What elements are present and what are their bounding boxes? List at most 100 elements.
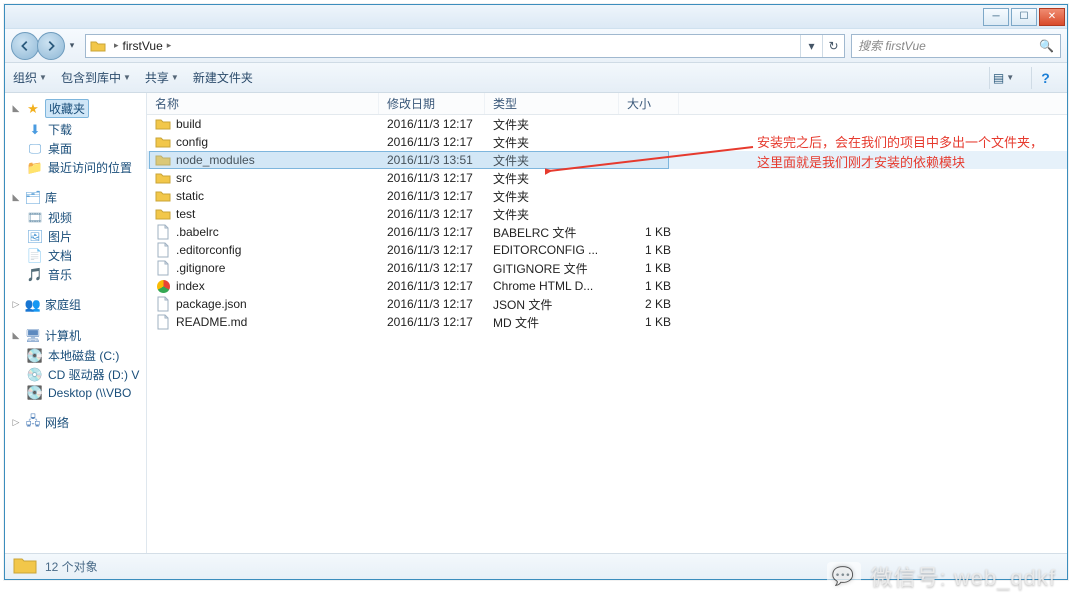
file-date: 2016/11/3 12:17	[379, 207, 485, 221]
file-icon	[155, 260, 171, 276]
table-row[interactable]: .editorconfig2016/11/3 12:17EDITORCONFIG…	[147, 241, 1067, 259]
file-type: 文件夹	[485, 170, 619, 187]
file-name: .gitignore	[176, 261, 225, 275]
file-type: GITIGNORE 文件	[485, 260, 619, 277]
folder-icon	[155, 116, 171, 132]
nav-head-network[interactable]: ▷ 🖧 网络	[7, 412, 144, 433]
folder-icon	[155, 206, 171, 222]
nav-item-icon: ⬇	[27, 122, 43, 138]
network-icon: 🖧	[25, 415, 41, 431]
nav-group-favorites: ◣ ★ 收藏夹 ⬇ 下载🖵桌面📁最近访问的位置	[7, 97, 144, 177]
file-date: 2016/11/3 12:17	[379, 297, 485, 311]
nav-group-homegroup: ▷ 👥 家庭组	[7, 294, 144, 315]
nav-item[interactable]: 📁最近访问的位置	[7, 158, 144, 177]
nav-item[interactable]: 🎞视频	[7, 208, 144, 227]
col-type[interactable]: 类型	[485, 93, 619, 114]
nav-label: 计算机	[45, 327, 81, 344]
file-icon	[155, 242, 171, 258]
folder-icon	[155, 170, 171, 186]
nav-item[interactable]: 💽本地磁盘 (C:)	[7, 346, 144, 365]
table-row[interactable]: static2016/11/3 12:17文件夹	[147, 187, 1067, 205]
titlebar: ─ ☐ ✕	[5, 5, 1067, 29]
file-type: 文件夹	[485, 206, 619, 223]
nav-item-label: 最近访问的位置	[48, 159, 132, 176]
chevron-down-icon: ▼	[171, 73, 179, 82]
view-mode-button[interactable]: ▤▼	[989, 67, 1017, 89]
wechat-icon: 💬	[827, 562, 861, 590]
column-headers: 名称 修改日期 类型 大小	[147, 93, 1067, 115]
file-type: 文件夹	[485, 116, 619, 133]
nav-item-icon: 🎵	[27, 267, 43, 283]
nav-buttons: ▾	[11, 32, 79, 60]
close-button[interactable]: ✕	[1039, 8, 1065, 26]
nav-item[interactable]: 📄文档	[7, 246, 144, 265]
breadcrumb-seg[interactable]: ▸ firstVue ▸	[108, 35, 177, 57]
nav-item[interactable]: 💿 CD 驱动器 (D:) V	[7, 365, 144, 384]
chevron-down-icon: ▼	[1006, 73, 1014, 82]
nav-group-network: ▷ 🖧 网络	[7, 412, 144, 433]
col-size[interactable]: 大小	[619, 93, 679, 114]
table-row[interactable]: test2016/11/3 12:17文件夹	[147, 205, 1067, 223]
nav-head-homegroup[interactable]: ▷ 👥 家庭组	[7, 294, 144, 315]
status-count: 12 个对象	[45, 558, 98, 575]
address-bar[interactable]: ▸ firstVue ▸ ▾ ↻	[85, 34, 845, 58]
nav-item-label: 本地磁盘 (C:)	[48, 347, 119, 364]
nav-item-label: Desktop (\\VBO	[48, 386, 131, 400]
body: ◣ ★ 收藏夹 ⬇ 下载🖵桌面📁最近访问的位置 ◣ 🗂 库 🎞视频🖼图片📄文档🎵音…	[5, 93, 1067, 553]
organize-menu[interactable]: 组织▼	[13, 69, 47, 86]
file-date: 2016/11/3 13:51	[379, 153, 485, 167]
file-size: 1 KB	[619, 315, 679, 329]
nav-item[interactable]: 💽 Desktop (\\VBO	[7, 384, 144, 402]
table-row[interactable]: node_modules2016/11/3 13:51文件夹	[147, 151, 1067, 169]
file-date: 2016/11/3 12:17	[379, 189, 485, 203]
new-folder-button[interactable]: 新建文件夹	[193, 69, 253, 86]
file-icon	[155, 314, 171, 330]
nav-item-icon: 💽	[27, 385, 43, 401]
table-row[interactable]: build2016/11/3 12:17文件夹	[147, 115, 1067, 133]
nav-item-label: CD 驱动器 (D:) V	[48, 366, 139, 383]
share-menu[interactable]: 共享▼	[145, 69, 179, 86]
col-date[interactable]: 修改日期	[379, 93, 485, 114]
nav-head-computer[interactable]: ◣ 🖥 计算机	[7, 325, 144, 346]
list-view-icon: ▤	[993, 71, 1004, 85]
table-row[interactable]: package.json2016/11/3 12:17JSON 文件2 KB	[147, 295, 1067, 313]
disclosure-triangle-icon: ◣	[11, 192, 21, 203]
table-row[interactable]: README.md2016/11/3 12:17MD 文件1 KB	[147, 313, 1067, 331]
include-in-library-menu[interactable]: 包含到库中▼	[61, 69, 131, 86]
file-list[interactable]: build2016/11/3 12:17文件夹config2016/11/3 1…	[147, 115, 1067, 553]
nav-head-libraries[interactable]: ◣ 🗂 库	[7, 187, 144, 208]
nav-label: 收藏夹	[45, 99, 89, 118]
minimize-button[interactable]: ─	[983, 8, 1009, 26]
file-date: 2016/11/3 12:17	[379, 279, 485, 293]
table-row[interactable]: .babelrc2016/11/3 12:17BABELRC 文件1 KB	[147, 223, 1067, 241]
file-date: 2016/11/3 12:17	[379, 243, 485, 257]
col-name[interactable]: 名称	[147, 93, 379, 114]
nav-label: 库	[45, 189, 57, 206]
address-row: ▾ ▸ firstVue ▸ ▾ ↻ 搜索 firstVue 🔍	[5, 29, 1067, 63]
table-row[interactable]: config2016/11/3 12:17文件夹	[147, 133, 1067, 151]
nav-item[interactable]: 🖼图片	[7, 227, 144, 246]
address-dropdown[interactable]: ▾	[800, 35, 822, 57]
refresh-button[interactable]: ↻	[822, 35, 844, 57]
nav-item-icon: 💿	[27, 367, 43, 383]
toolbar: 组织▼ 包含到库中▼ 共享▼ 新建文件夹 ▤▼ ?	[5, 63, 1067, 93]
forward-button[interactable]	[37, 32, 65, 60]
search-input[interactable]: 搜索 firstVue 🔍	[851, 34, 1061, 58]
maximize-button[interactable]: ☐	[1011, 8, 1037, 26]
nav-history-dropdown[interactable]: ▾	[65, 32, 79, 60]
table-row[interactable]: src2016/11/3 12:17文件夹	[147, 169, 1067, 187]
nav-item[interactable]: 🎵音乐	[7, 265, 144, 284]
chevron-down-icon: ▼	[39, 73, 47, 82]
back-button[interactable]	[11, 32, 39, 60]
disclosure-triangle-icon: ▷	[11, 299, 21, 310]
nav-item[interactable]: ⬇ 下载	[7, 120, 144, 139]
help-button[interactable]: ?	[1031, 67, 1059, 89]
nav-item[interactable]: 🖵桌面	[7, 139, 144, 158]
file-date: 2016/11/3 12:17	[379, 315, 485, 329]
file-name: .editorconfig	[176, 243, 241, 257]
table-row[interactable]: index2016/11/3 12:17Chrome HTML D...1 KB	[147, 277, 1067, 295]
table-row[interactable]: .gitignore2016/11/3 12:17GITIGNORE 文件1 K…	[147, 259, 1067, 277]
nav-item-label: 下载	[48, 121, 72, 138]
nav-head-favorites[interactable]: ◣ ★ 收藏夹	[7, 97, 144, 120]
file-name: config	[176, 135, 208, 149]
